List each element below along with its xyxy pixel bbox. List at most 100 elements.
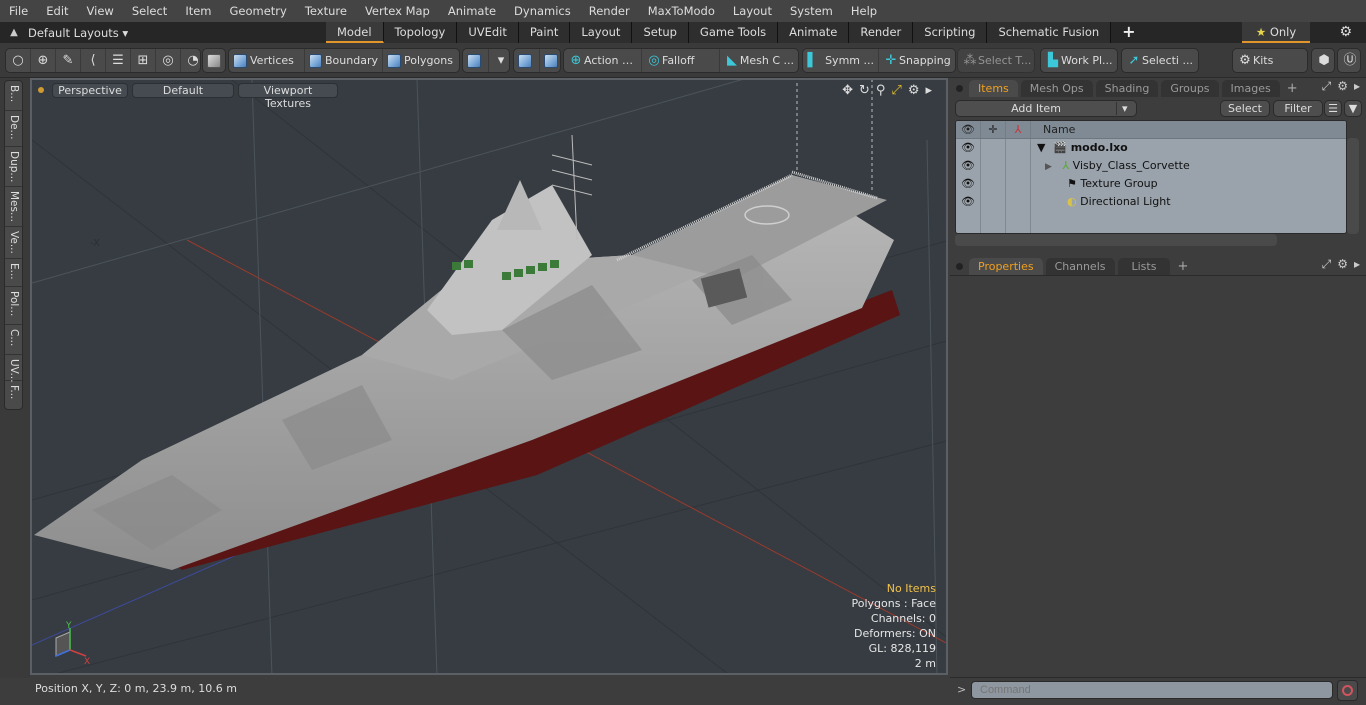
- tab-layout[interactable]: Layout: [570, 22, 633, 43]
- menu-edit[interactable]: Edit: [37, 4, 77, 18]
- tab-animate[interactable]: Animate: [778, 22, 850, 43]
- add-panel-tab-button[interactable]: +: [1283, 80, 1302, 97]
- menu-layout[interactable]: Layout: [724, 4, 781, 18]
- local-transform-button[interactable]: [540, 49, 560, 72]
- tab-paint[interactable]: Paint: [518, 22, 571, 43]
- kits-button[interactable]: ⚙ Kits: [1233, 49, 1277, 72]
- menu-render[interactable]: Render: [580, 4, 639, 18]
- vtab-vertex[interactable]: Ve...: [5, 227, 24, 259]
- vtab-fusion[interactable]: F...: [5, 381, 24, 409]
- 3d-viewport[interactable]: -X Perspective Default Viewport Textures…: [30, 78, 948, 675]
- tab-scripting[interactable]: Scripting: [913, 22, 988, 43]
- maximize-icon[interactable]: ⤢: [891, 83, 901, 98]
- tab-channels[interactable]: Channels: [1045, 258, 1115, 275]
- vtab-basic[interactable]: B...: [5, 81, 24, 111]
- tab-topology[interactable]: Topology: [383, 22, 458, 43]
- add-panel-tab-button[interactable]: +: [1173, 258, 1192, 275]
- panel-menu-dot[interactable]: [956, 263, 963, 270]
- visibility-eye-icon[interactable]: 👁: [956, 157, 981, 175]
- menu-system[interactable]: System: [781, 4, 842, 18]
- tab-game-tools[interactable]: Game Tools: [688, 22, 779, 43]
- menu-animate[interactable]: Animate: [439, 4, 505, 18]
- shading-dropdown[interactable]: Default: [132, 82, 234, 98]
- menu-help[interactable]: Help: [842, 4, 886, 18]
- bridge-button[interactable]: ☰: [106, 49, 131, 72]
- vertices-button[interactable]: Vertices: [229, 49, 305, 72]
- vtab-uv[interactable]: UV...: [5, 355, 24, 383]
- collapse-up-icon[interactable]: ▲: [0, 27, 28, 38]
- maximize-panel-icon[interactable]: ⤢: [1322, 257, 1332, 272]
- dial-button[interactable]: ◔: [181, 49, 200, 72]
- menu-vertex-map[interactable]: Vertex Map: [356, 4, 439, 18]
- maximize-panel-icon[interactable]: ⤢: [1322, 79, 1332, 94]
- list-options-button[interactable]: ☰: [1324, 100, 1342, 117]
- tab-setup[interactable]: Setup: [632, 22, 689, 43]
- expand-triangle-icon[interactable]: ▶: [1045, 162, 1052, 172]
- tab-model[interactable]: Model: [326, 22, 384, 43]
- gear-icon[interactable]: ⚙: [1337, 257, 1348, 272]
- zoom-icon[interactable]: ⚲: [876, 83, 886, 98]
- item-tree-vertical-scrollbar[interactable]: [1347, 138, 1359, 234]
- menu-texture[interactable]: Texture: [296, 4, 356, 18]
- world-transform-button[interactable]: [514, 49, 540, 72]
- record-macro-button[interactable]: [1337, 680, 1358, 701]
- expand-arrow-icon[interactable]: ▸: [925, 83, 932, 98]
- tab-items[interactable]: Items: [969, 80, 1018, 97]
- gear-icon[interactable]: ⚙: [908, 83, 920, 98]
- pen-button[interactable]: ✎: [56, 49, 81, 72]
- filter-button[interactable]: Filter: [1273, 100, 1323, 117]
- menu-dynamics[interactable]: Dynamics: [505, 4, 580, 18]
- gear-icon[interactable]: ⚙: [1339, 24, 1352, 40]
- boundary-button[interactable]: Boundary: [305, 49, 383, 72]
- mesh-constraint-button[interactable]: ◣ Mesh C ...: [720, 49, 798, 72]
- select-through-button[interactable]: ⁂ Select T...: [958, 49, 1034, 72]
- tab-groups[interactable]: Groups: [1161, 80, 1219, 97]
- name-column-header[interactable]: Name: [1031, 121, 1075, 138]
- viewport-status-dot[interactable]: [38, 87, 44, 93]
- gear-icon[interactable]: ⚙: [1337, 79, 1348, 94]
- command-input[interactable]: [971, 681, 1333, 699]
- vtab-deform[interactable]: De...: [5, 111, 24, 147]
- unreal-button[interactable]: Ⓤ: [1338, 49, 1360, 72]
- tab-shading[interactable]: Shading: [1095, 80, 1159, 97]
- filter-funnel-button[interactable]: ▼: [1344, 100, 1362, 117]
- falloff-button[interactable]: ◎ Falloff: [642, 49, 720, 72]
- visibility-column-eye-icon[interactable]: 👁: [956, 121, 981, 138]
- add-item-dropdown[interactable]: Add Item ▾: [955, 100, 1137, 117]
- snapping-button[interactable]: ✛ Snapping: [879, 49, 955, 72]
- item-tree-horizontal-scrollbar[interactable]: [955, 234, 1277, 246]
- vtab-edge[interactable]: E...: [5, 259, 24, 287]
- menu-maxtomodo[interactable]: MaxToModo: [639, 4, 724, 18]
- tab-render[interactable]: Render: [849, 22, 914, 43]
- collapse-triangle-icon[interactable]: ▼: [1037, 141, 1045, 154]
- action-center-button[interactable]: ⊕ Action …: [564, 49, 642, 72]
- tab-uvedit[interactable]: UVEdit: [457, 22, 519, 43]
- menu-geometry[interactable]: Geometry: [221, 4, 296, 18]
- symmetry-button[interactable]: ▌ Symm ...: [803, 49, 879, 72]
- tab-images[interactable]: Images: [1221, 80, 1280, 97]
- add-layout-tab-button[interactable]: +: [1111, 22, 1146, 43]
- pan-icon[interactable]: ✥: [842, 83, 853, 98]
- rotate-icon[interactable]: ↻: [859, 83, 870, 98]
- target-button[interactable]: ◎: [156, 49, 181, 72]
- menu-select[interactable]: Select: [123, 4, 176, 18]
- unity-button[interactable]: ⬢: [1312, 49, 1334, 72]
- menu-item[interactable]: Item: [176, 4, 220, 18]
- visibility-eye-icon[interactable]: 👁: [956, 193, 981, 211]
- menu-view[interactable]: View: [78, 4, 123, 18]
- tree-row-texture-group[interactable]: 👁 ⚑ Texture Group: [956, 175, 1346, 193]
- sphere-button[interactable]: ⊕: [31, 49, 56, 72]
- menu-file[interactable]: File: [0, 4, 37, 18]
- tree-row-light[interactable]: 👁 ◐ Directional Light: [956, 193, 1346, 211]
- material-dropdown[interactable]: ▾: [489, 49, 509, 72]
- selection-sets-button[interactable]: ➚ Selecti ...: [1122, 49, 1197, 72]
- path-button[interactable]: ⟨: [81, 49, 106, 72]
- expand-arrow-icon[interactable]: ▸: [1354, 257, 1360, 272]
- view-mode-dropdown[interactable]: Perspective: [52, 82, 128, 98]
- circle-select-button[interactable]: ○: [6, 49, 31, 72]
- viewport-textures-dropdown[interactable]: Viewport Textures: [238, 82, 338, 110]
- tree-row-scene[interactable]: 👁 ▼ 🎬 modo.lxo: [956, 139, 1346, 157]
- vtab-polygon[interactable]: Pol...: [5, 287, 24, 325]
- visibility-eye-icon[interactable]: 👁: [956, 139, 981, 157]
- expand-arrow-icon[interactable]: ▸: [1354, 79, 1360, 94]
